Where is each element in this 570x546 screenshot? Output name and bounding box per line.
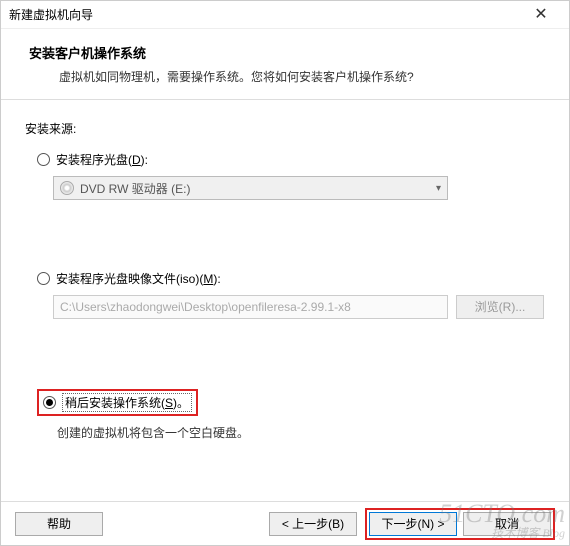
disc-drive-value: DVD RW 驱动器 (E:) (80, 180, 436, 197)
wizard-dialog: 新建虚拟机向导 ✕ 安装客户机操作系统 虚拟机如同物理机，需要操作系统。您将如何… (0, 0, 570, 546)
radio-disc-label: 安装程序光盘(D): (56, 151, 148, 168)
disc-drive-combo[interactable]: DVD RW 驱动器 (E:) ▾ (53, 176, 448, 200)
window-title: 新建虚拟机向导 (9, 6, 521, 23)
radio-icon (37, 153, 50, 166)
page-subtitle: 虚拟机如同物理机，需要操作系统。您将如何安装客户机操作系统? (29, 68, 541, 85)
help-button[interactable]: 帮助 (15, 512, 103, 536)
radio-icon (43, 396, 56, 409)
disc-icon (60, 181, 74, 195)
next-button[interactable]: 下一步(N) > (369, 512, 457, 536)
radio-later-label: 稍后安装操作系统(S)。 (62, 393, 192, 412)
titlebar: 新建虚拟机向导 ✕ (1, 1, 569, 29)
radio-install-later[interactable]: 稍后安装操作系统(S)。 (25, 389, 545, 416)
wizard-content: 安装来源: 安装程序光盘(D): DVD RW 驱动器 (E:) ▾ 安装程序光… (1, 100, 569, 501)
install-later-hint: 创建的虚拟机将包含一个空白硬盘。 (57, 424, 545, 441)
install-source-label: 安装来源: (25, 120, 545, 137)
wizard-footer: 帮助 < 上一步(B) 下一步(N) > 取消 (1, 501, 569, 545)
chevron-down-icon: ▾ (436, 183, 441, 194)
cancel-button[interactable]: 取消 (463, 512, 551, 536)
annotation-highlight: 稍后安装操作系统(S)。 (37, 389, 198, 416)
close-icon[interactable]: ✕ (521, 1, 561, 29)
radio-install-from-disc[interactable]: 安装程序光盘(D): (25, 151, 545, 168)
wizard-header: 安装客户机操作系统 虚拟机如同物理机，需要操作系统。您将如何安装客户机操作系统? (1, 29, 569, 100)
browse-button[interactable]: 浏览(R)... (456, 295, 544, 319)
iso-path-input[interactable]: C:\Users\zhaodongwei\Desktop\openfileres… (53, 295, 448, 319)
radio-iso-label: 安装程序光盘映像文件(iso)(M): (56, 270, 221, 287)
radio-install-from-iso[interactable]: 安装程序光盘映像文件(iso)(M): (25, 270, 545, 287)
page-title: 安装客户机操作系统 (29, 43, 541, 62)
back-button[interactable]: < 上一步(B) (269, 512, 357, 536)
annotation-highlight: 下一步(N) > 取消 (365, 508, 555, 540)
radio-icon (37, 272, 50, 285)
